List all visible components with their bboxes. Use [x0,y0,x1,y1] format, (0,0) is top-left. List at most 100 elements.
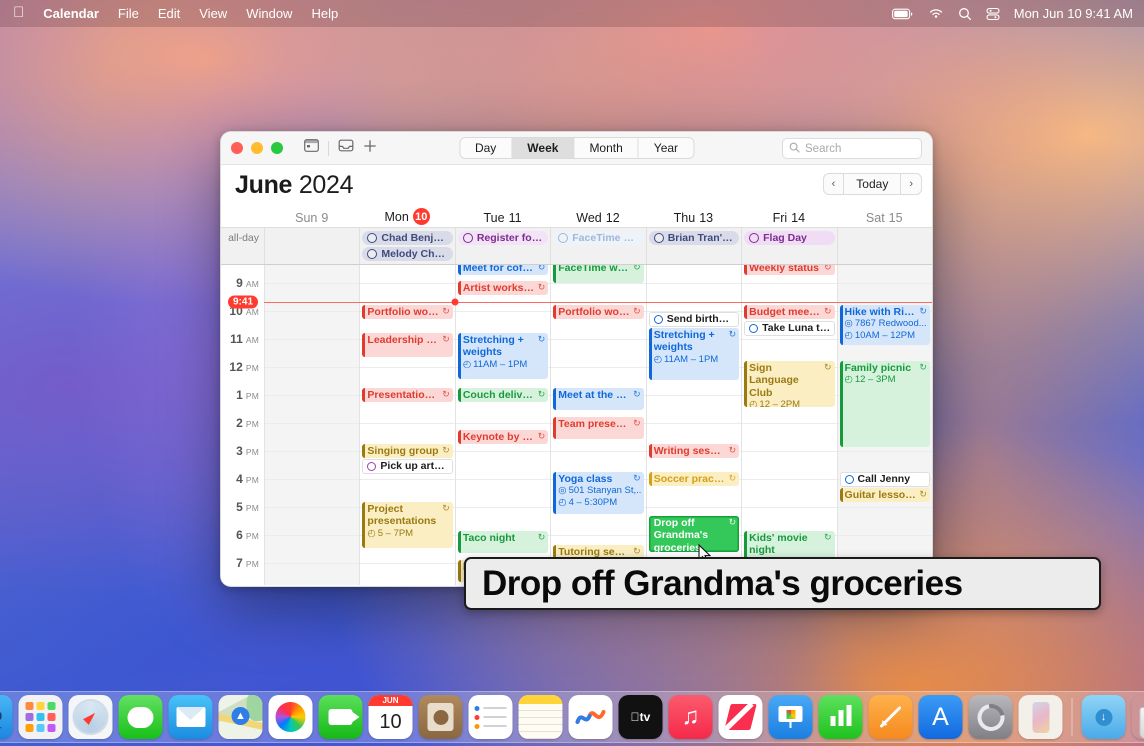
calendar-event[interactable]: Pick up arts &... [362,459,452,474]
dock-icon-safari[interactable] [69,695,113,739]
menu-item-calendar[interactable]: Calendar [43,6,99,21]
dock-icon-maps[interactable]: ▲ [219,695,263,739]
reminder-circle-icon[interactable] [654,315,663,324]
menu-item-file[interactable]: File [118,6,139,21]
all-day-event[interactable]: Register for sa... [458,231,548,245]
day-column-tue[interactable]: Meet for coffee↻ Artist worksho...↻ Stretc… [455,265,550,585]
day-column-thu[interactable]: Send birthday...Stretching + weights◴11A… [646,265,741,585]
day-header-tue[interactable]: Tue11 [455,211,550,227]
calendar-event[interactable]: Meet for coffee↻ [458,265,548,275]
dock-icon-mail[interactable] [169,695,213,739]
tab-day[interactable]: Day [460,138,512,158]
all-day-column-6[interactable] [837,228,932,264]
all-day-column-3[interactable]: FaceTime Gran... [550,228,645,264]
day-header-sun[interactable]: Sun9 [264,211,359,227]
all-day-event[interactable]: Chad Benjamin... [362,231,452,245]
calendar-event[interactable]: Meet at the res...↻ [553,388,643,410]
menu-item-window[interactable]: Window [246,6,292,21]
tab-week[interactable]: Week [512,138,574,158]
dock-icon-notes[interactable] [519,695,563,739]
dock-icon-finder[interactable] [0,695,13,739]
dock-icon-numbers[interactable] [819,695,863,739]
dock-icon-appletv[interactable]: tv [619,695,663,739]
calendar-event[interactable]: Sign Language Club◴12 – 2PM↻ [744,361,834,407]
next-week-button[interactable]: › [901,174,921,194]
reminder-circle-icon[interactable] [749,324,758,333]
calendar-event[interactable]: Team presenta...↻ [553,417,643,439]
wifi-icon[interactable] [928,8,944,20]
menubar-clock[interactable]: Mon Jun 10 9:41 AM [1014,6,1133,21]
menu-item-edit[interactable]: Edit [158,6,180,21]
today-button[interactable]: Today [844,174,901,194]
dock-icon-launchpad[interactable] [19,695,63,739]
all-day-column-2[interactable]: Register for sa... [455,228,550,264]
calendar-event[interactable]: Project presentations◴5 – 7PM↻ [362,502,452,548]
calendar-event[interactable]: Portfolio work...↻ [553,305,643,319]
search-input[interactable]: Search [782,138,922,159]
calendar-event[interactable]: Weekly status↻ [744,265,834,275]
all-day-column-4[interactable]: Brian Tran's Bir... [646,228,741,264]
zoom-button[interactable] [271,142,283,154]
all-day-event[interactable]: FaceTime Gran... [553,231,643,245]
battery-icon[interactable] [892,8,914,20]
calendar-event[interactable]: Writing sessio...↻ [649,444,739,458]
calendar-event[interactable]: Stretching + weights◴11AM – 1PM↻ [649,328,739,380]
calendar-event[interactable]: Take Luna to th... [744,321,834,336]
calendar-event[interactable]: Soccer practice↻ [649,472,739,486]
calendar-event[interactable]: Yoga class◎501 Stanyan St,...◴4 – 5:30PM… [553,472,643,514]
dock-icon-trash[interactable] [1132,695,1144,739]
day-header-thu[interactable]: Thu13 [646,211,741,227]
day-column-sat[interactable]: Hike with Rigo◎7867 Redwood...◴10AM – 12… [837,265,932,585]
spotlight-search-icon[interactable] [958,7,972,21]
day-header-fri[interactable]: Fri14 [741,211,836,227]
reminder-circle-icon[interactable] [845,475,854,484]
apple-menu-icon[interactable]:  [13,5,24,20]
menu-item-view[interactable]: View [199,6,227,21]
all-day-column-5[interactable]: Flag Day [741,228,836,264]
day-column-sun[interactable] [264,265,359,585]
dock-icon-appstore[interactable]: A [919,695,963,739]
tab-month[interactable]: Month [574,138,638,158]
calendar-grid[interactable]: 9 AM10 AM11 AM12 PM1 PM2 PM3 PM4 PM5 PM6… [221,265,932,585]
calendar-event[interactable]: Budget meeting↻ [744,305,834,319]
dock-icon-music[interactable]: ♫ [669,695,713,739]
day-column-wed[interactable]: FaceTime with...↻ Portfolio work...↻ Meet … [550,265,645,585]
calendar-event[interactable]: Stretching + weights◴11AM – 1PM↻ [458,333,548,379]
calendar-event[interactable]: Singing group↻ [362,444,452,458]
day-column-fri[interactable]: Weekly status↻ Budget meeting↻ Take Luna t… [741,265,836,585]
calendar-event-selected[interactable]: Drop off Grandma's groceries↻ [649,516,739,552]
dock-icon-iphone-mirroring[interactable] [1019,695,1063,739]
day-header-mon[interactable]: Mon10 [359,208,454,227]
reminder-circle-icon[interactable] [367,462,376,471]
day-column-mon[interactable]: Portfolio work...↻Leadership skil...↻Pre… [359,265,454,585]
calendar-event[interactable]: Couch delivery↻ [458,388,548,402]
all-day-event[interactable]: Brian Tran's Bir... [649,231,739,245]
day-header-wed[interactable]: Wed12 [550,211,645,227]
mail-inbox-icon[interactable] [338,139,354,157]
calendar-event[interactable]: Keynote by Ja...↻ [458,430,548,444]
calendar-event[interactable]: Guitar lessons...↻ [840,488,930,502]
all-day-column-0[interactable] [264,228,359,264]
calendar-event[interactable]: FaceTime with...↻ [553,265,643,283]
all-day-column-1[interactable]: Chad Benjamin... Melody Cheun... [359,228,454,264]
calendar-event[interactable]: Family picnic◴12 – 3PM↻ [840,361,930,447]
calendar-event[interactable]: Taco night↻ [458,531,548,553]
control-center-icon[interactable] [986,7,1000,21]
prev-week-button[interactable]: ‹ [824,174,845,194]
all-day-event[interactable]: Flag Day [744,231,834,245]
dock-icon-freeform[interactable] [569,695,613,739]
dock-icon-settings[interactable] [969,695,1013,739]
dock-icon-photos[interactable] [269,695,313,739]
dock-icon-keynote[interactable] [769,695,813,739]
calendar-view-icon[interactable] [304,139,319,157]
calendar-event[interactable]: Portfolio work...↻ [362,305,452,319]
calendar-event[interactable]: Artist worksho...↻ [458,281,548,295]
all-day-event[interactable]: Melody Cheun... [362,247,452,261]
dock-icon-contacts[interactable] [419,695,463,739]
day-header-sat[interactable]: Sat15 [837,211,932,227]
calendar-event[interactable]: Send birthday... [649,312,739,327]
menu-item-help[interactable]: Help [311,6,338,21]
calendar-event[interactable]: Hike with Rigo◎7867 Redwood...◴10AM – 12… [840,305,930,345]
dock-icon-pages[interactable] [869,695,913,739]
close-button[interactable] [231,142,243,154]
